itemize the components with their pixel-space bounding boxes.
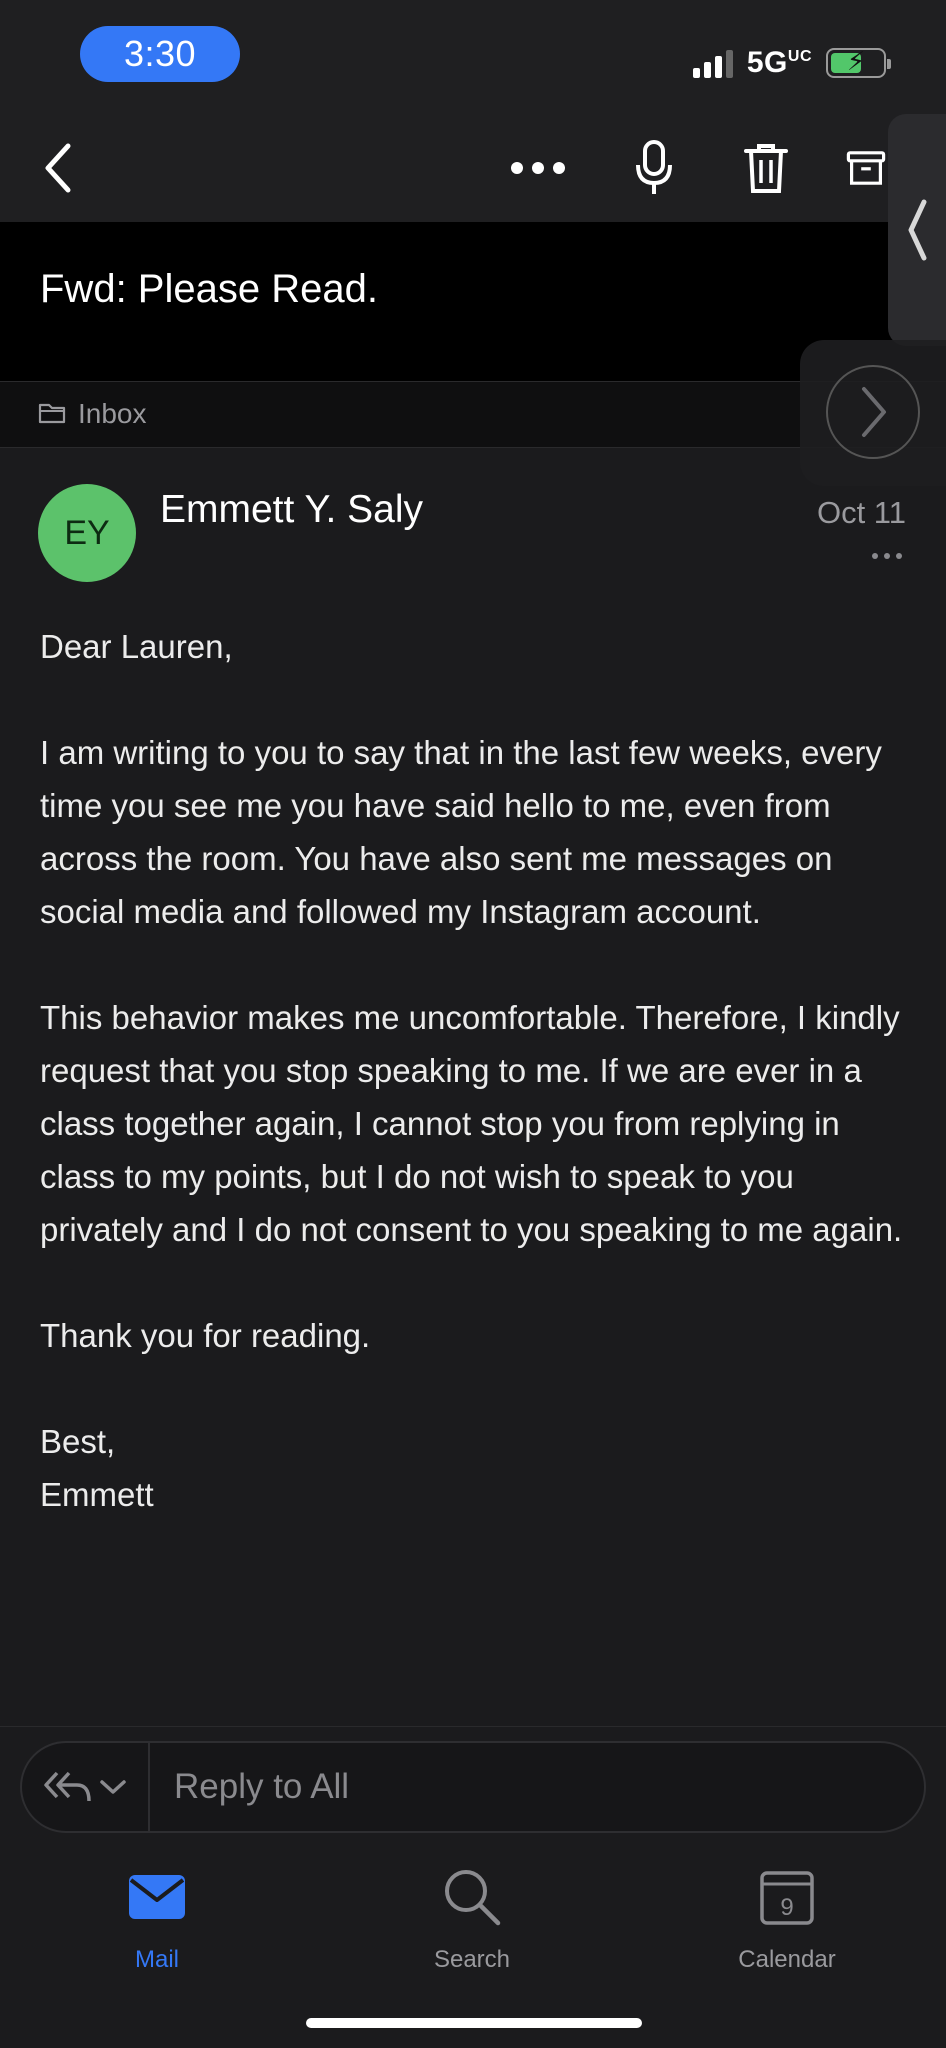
email-paragraph: This behavior makes me uncomfortable. Th… <box>40 999 903 1248</box>
email-paragraph: Thank you for reading. <box>40 1317 371 1354</box>
reply-input[interactable]: Reply to All <box>174 1767 349 1807</box>
back-icon[interactable] <box>22 132 94 204</box>
chevron-left-icon <box>908 199 927 261</box>
network-type: 5GUC <box>746 46 812 79</box>
next-circle <box>826 365 920 459</box>
email-greeting: Dear Lauren, <box>40 628 233 665</box>
battery-icon: ⚡ <box>826 46 891 78</box>
email-toolbar <box>0 110 946 222</box>
status-time[interactable]: 3:30 <box>80 26 240 82</box>
trash-icon[interactable] <box>730 132 802 204</box>
email-subject: Fwd: Please Read. <box>40 267 378 311</box>
tab-label: Mail <box>134 1946 179 1973</box>
email-body: Dear Lauren, I am writing to you to say … <box>40 620 910 1521</box>
tab-bar: Mail Search 9 Calendar <box>0 1838 946 2048</box>
tab-search[interactable]: Search <box>372 1862 572 1974</box>
search-icon <box>372 1862 572 1932</box>
folder-icon <box>38 402 66 429</box>
tab-label: Calendar <box>738 1946 836 1973</box>
microphone-icon[interactable] <box>618 132 690 204</box>
email-signoff: Best, <box>40 1423 116 1460</box>
avatar[interactable]: EY <box>38 484 136 582</box>
status-indicators: 5GUC ⚡ <box>692 44 891 82</box>
message-more-icon[interactable] <box>872 553 902 559</box>
folder-label: Inbox <box>78 398 147 429</box>
status-bar: 3:30 5GUC ⚡ <box>0 0 946 110</box>
email-signature: Emmett <box>40 1476 154 1513</box>
reply-bar: Reply to All <box>20 1741 926 1833</box>
side-panel-handle[interactable] <box>888 114 946 346</box>
next-email-button[interactable] <box>800 340 946 486</box>
archive-icon[interactable] <box>846 132 886 204</box>
tab-calendar[interactable]: 9 Calendar <box>687 1862 887 1974</box>
sender-name[interactable]: Emmett Y. Saly <box>160 488 423 532</box>
email-date: Oct 11 <box>816 495 906 530</box>
tab-label: Search <box>433 1946 511 1973</box>
calendar-icon: 9 <box>687 1862 887 1932</box>
more-options-icon[interactable] <box>502 132 574 204</box>
reply-all-icon <box>44 1771 91 1802</box>
chevron-down-icon <box>100 1780 126 1794</box>
signal-icon <box>692 48 733 78</box>
calendar-day: 9 <box>780 1894 793 1921</box>
home-indicator[interactable] <box>306 2018 642 2028</box>
mail-icon <box>57 1862 257 1932</box>
reply-area: Reply to All <box>0 1726 946 1836</box>
tab-mail[interactable]: Mail <box>57 1862 257 1974</box>
chevron-right-icon <box>862 387 886 437</box>
reply-all-button[interactable] <box>22 1743 150 1831</box>
email-paragraph: I am writing to you to say that in the l… <box>40 734 882 930</box>
